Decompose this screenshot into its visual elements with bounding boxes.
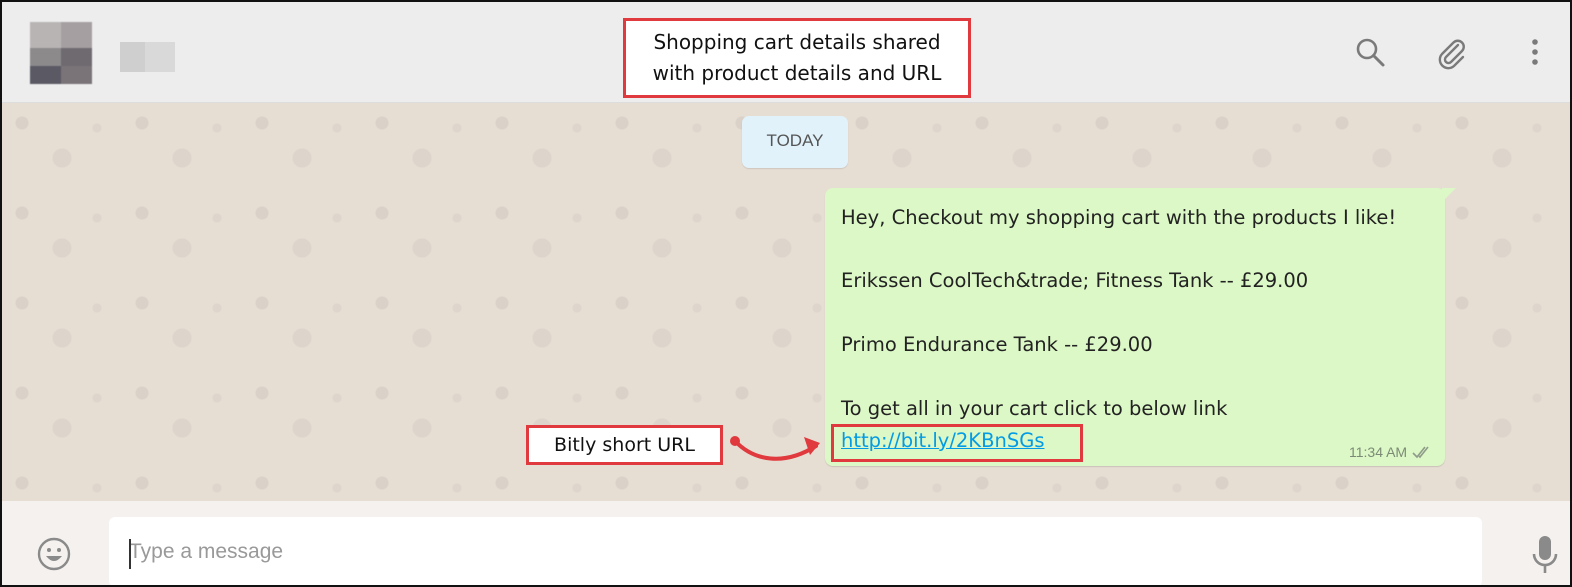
callout-top-line1: Shopping cart details shared: [653, 30, 941, 54]
message-area[interactable]: TODAY Hey, Checkout my shopping cart wit…: [2, 103, 1570, 501]
search-icon[interactable]: [1354, 36, 1388, 70]
message-input[interactable]: [109, 517, 1482, 585]
callout-top-line2: with product details and URL: [652, 61, 942, 85]
paperclip-icon[interactable]: [1434, 36, 1468, 70]
emoji-icon[interactable]: [35, 535, 73, 573]
bubble-tail: [1442, 188, 1456, 202]
annotation-callout-left: Bitly short URL: [526, 425, 723, 465]
double-check-icon: [1412, 446, 1429, 459]
chat-header: Shopping cart details shared with produc…: [2, 2, 1570, 103]
date-chip: TODAY: [742, 116, 848, 168]
message-timestamp: 11:34 AM: [1349, 444, 1433, 460]
annotation-arrow-icon: [730, 436, 820, 461]
message-line-3: Primo Endurance Tank -- £29.00: [841, 333, 1153, 356]
timestamp-text: 11:34 AM: [1348, 444, 1408, 460]
microphone-icon[interactable]: [1528, 534, 1562, 576]
contact-name-blurred[interactable]: [120, 42, 175, 72]
message-line-2: Erikssen CoolTech&trade; Fitness Tank --…: [841, 269, 1309, 292]
annotation-callout-top: Shopping cart details shared with produc…: [623, 18, 971, 98]
compose-bar: [2, 501, 1570, 585]
chat-window: Shopping cart details shared with produc…: [0, 0, 1572, 587]
message-line-4: To get all in your cart click to below l…: [841, 397, 1228, 420]
menu-dots-icon[interactable]: [1518, 36, 1552, 70]
contact-avatar[interactable]: [30, 22, 92, 84]
text-caret: [129, 539, 131, 569]
annotation-url-highlight: [831, 424, 1083, 462]
message-line-1: Hey, Checkout my shopping cart with the …: [841, 206, 1397, 229]
